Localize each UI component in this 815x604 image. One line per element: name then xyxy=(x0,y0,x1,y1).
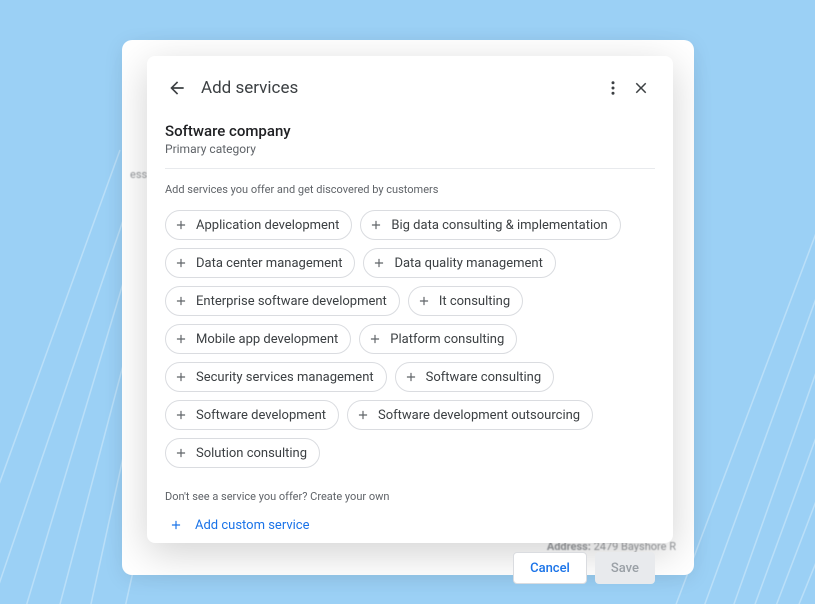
company-name: Software company xyxy=(165,122,655,140)
service-chip-label: Security services management xyxy=(196,370,374,385)
service-chip[interactable]: Platform consulting xyxy=(359,324,517,354)
service-chip[interactable]: Big data consulting & implementation xyxy=(360,210,620,240)
service-chip-label: Software development outsourcing xyxy=(378,408,580,423)
service-chip[interactable]: Solution consulting xyxy=(165,438,320,468)
service-chip-label: Big data consulting & implementation xyxy=(391,218,607,233)
plus-icon xyxy=(368,332,382,346)
plus-icon xyxy=(174,446,188,460)
service-chip-label: Mobile app development xyxy=(196,332,338,347)
service-chip[interactable]: Software consulting xyxy=(395,362,554,392)
back-button[interactable] xyxy=(165,76,189,100)
plus-icon xyxy=(417,294,431,308)
service-chip-label: Solution consulting xyxy=(196,446,307,461)
service-chip-label: Platform consulting xyxy=(390,332,504,347)
service-chip[interactable]: Data center management xyxy=(165,248,355,278)
plus-icon xyxy=(369,218,383,232)
service-chip[interactable]: Enterprise software development xyxy=(165,286,400,316)
modal-header: Add services xyxy=(165,74,655,102)
add-services-modal: Add services Software company Primary ca… xyxy=(147,56,673,543)
service-chip[interactable]: It consulting xyxy=(408,286,523,316)
plus-icon xyxy=(174,408,188,422)
plus-icon xyxy=(372,256,386,270)
divider xyxy=(165,168,655,169)
modal-footer: Cancel Save xyxy=(165,536,655,584)
service-chip[interactable]: Software development outsourcing xyxy=(347,400,593,430)
service-chip[interactable]: Software development xyxy=(165,400,339,430)
plus-icon xyxy=(174,218,188,232)
service-chip[interactable]: Mobile app development xyxy=(165,324,351,354)
plus-icon xyxy=(174,294,188,308)
service-chip-label: It consulting xyxy=(439,294,510,309)
service-chip-label: Application development xyxy=(196,218,339,233)
service-chip-label: Enterprise software development xyxy=(196,294,387,309)
service-chip-label: Data quality management xyxy=(394,256,542,271)
service-chip[interactable]: Application development xyxy=(165,210,352,240)
service-chip[interactable]: Data quality management xyxy=(363,248,555,278)
modal-title: Add services xyxy=(201,78,599,98)
save-label: Save xyxy=(611,561,639,576)
plus-icon xyxy=(174,332,188,346)
more-options-button[interactable] xyxy=(599,74,627,102)
plus-icon xyxy=(404,370,418,384)
close-icon xyxy=(632,79,650,97)
service-chip-label: Software consulting xyxy=(426,370,541,385)
more-vert-icon xyxy=(604,79,622,97)
primary-category-label: Primary category xyxy=(165,142,655,156)
add-custom-service-label: Add custom service xyxy=(195,518,310,533)
cancel-button[interactable]: Cancel xyxy=(513,552,587,584)
service-chip-label: Data center management xyxy=(196,256,342,271)
plus-icon xyxy=(174,370,188,384)
services-hint: Add services you offer and get discovere… xyxy=(165,183,655,196)
plus-icon xyxy=(174,256,188,270)
service-chip[interactable]: Security services management xyxy=(165,362,387,392)
service-chips-container: Application development Big data consulti… xyxy=(165,210,655,468)
arrow-back-icon xyxy=(167,78,187,98)
plus-icon xyxy=(356,408,370,422)
save-button: Save xyxy=(595,552,655,584)
close-button[interactable] xyxy=(627,74,655,102)
service-chip-label: Software development xyxy=(196,408,326,423)
plus-icon xyxy=(169,518,183,532)
bg-text: ess xyxy=(130,168,147,181)
add-custom-service-button[interactable]: Add custom service xyxy=(165,518,310,533)
cancel-label: Cancel xyxy=(530,561,570,576)
custom-service-hint: Don't see a service you offer? Create yo… xyxy=(165,490,655,503)
